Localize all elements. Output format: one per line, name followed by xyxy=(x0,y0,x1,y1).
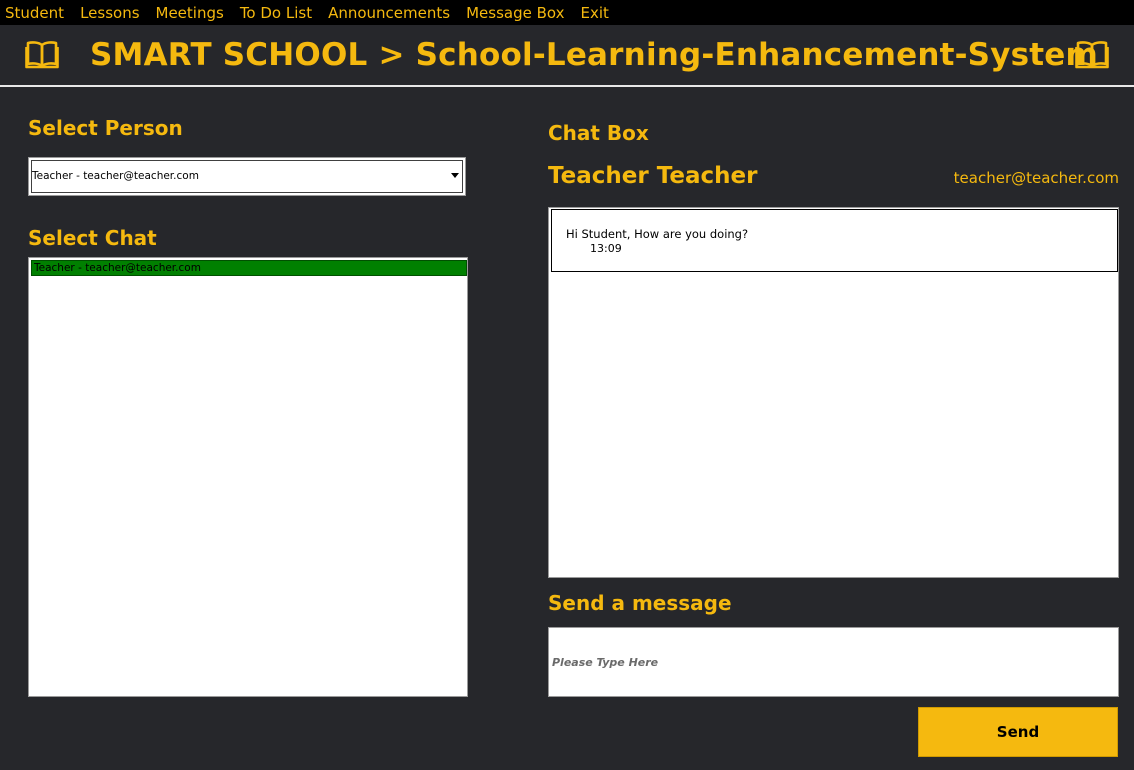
header-divider xyxy=(0,85,1134,87)
send-message-label: Send a message xyxy=(548,591,732,615)
message-time: 13:09 xyxy=(590,242,622,255)
chat-box-label: Chat Box xyxy=(548,121,649,145)
contact-name: Teacher Teacher xyxy=(548,163,758,189)
select-person-label: Select Person xyxy=(28,116,183,140)
menu-item-lessons[interactable]: Lessons xyxy=(75,4,147,22)
book-icon xyxy=(1075,41,1109,69)
menu-bar: Student Lessons Meetings To Do List Anno… xyxy=(0,0,1134,25)
menu-item-student[interactable]: Student xyxy=(0,4,72,22)
menu-item-meetings[interactable]: Meetings xyxy=(151,4,232,22)
chat-list-item[interactable]: Teacher - teacher@teacher.com xyxy=(31,260,467,276)
menu-item-announcements[interactable]: Announcements xyxy=(323,4,458,22)
dropdown-arrow-icon[interactable] xyxy=(451,173,459,178)
book-icon xyxy=(25,41,59,69)
select-chat-label: Select Chat xyxy=(28,226,157,250)
app-header: SMART SCHOOL > School-Learning-Enhanceme… xyxy=(0,25,1134,85)
menu-item-message-box[interactable]: Message Box xyxy=(461,4,572,22)
person-select-value: Teacher - teacher@teacher.com xyxy=(32,170,199,182)
app-title: SMART SCHOOL > School-Learning-Enhanceme… xyxy=(90,37,1099,73)
chat-box[interactable]: Hi Student, How are you doing? 13:09 xyxy=(548,207,1119,578)
chat-list[interactable]: Teacher - teacher@teacher.com xyxy=(28,257,468,697)
menu-item-exit[interactable]: Exit xyxy=(576,4,617,22)
menu-item-to-do-list[interactable]: To Do List xyxy=(235,4,320,22)
send-button[interactable]: Send xyxy=(918,707,1118,757)
person-select[interactable]: Teacher - teacher@teacher.com xyxy=(28,157,466,196)
contact-email: teacher@teacher.com xyxy=(953,169,1119,187)
message-text: Hi Student, How are you doing? xyxy=(566,227,749,241)
chat-message: Hi Student, How are you doing? 13:09 xyxy=(551,209,1118,272)
message-input[interactable] xyxy=(548,627,1119,697)
